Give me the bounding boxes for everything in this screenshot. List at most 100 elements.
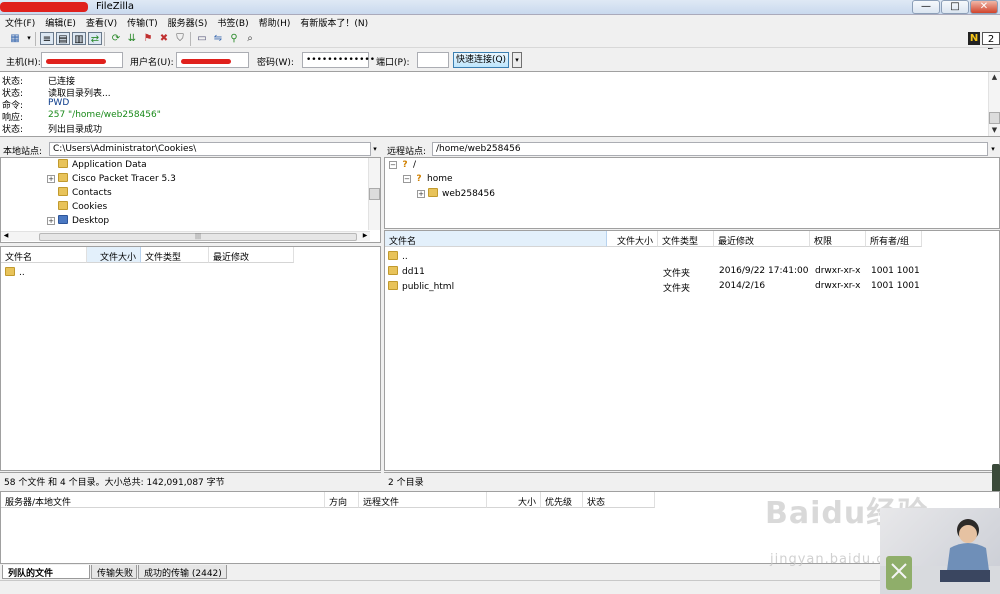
table-row[interactable]: dd11 文件夹 2016/9/22 17:41:00 drwxr-xr-x 1… — [385, 264, 999, 279]
scroll-thumb[interactable] — [369, 188, 380, 200]
col-remote-file[interactable]: 远程文件 — [359, 492, 487, 508]
quickconnect-history-dropdown[interactable]: ▾ — [512, 52, 522, 68]
host-input[interactable] — [41, 52, 123, 68]
menu-edit[interactable]: 编辑(E) — [40, 15, 81, 29]
col-filetype[interactable]: 文件类型 — [141, 247, 209, 263]
expand-icon[interactable]: + — [47, 175, 55, 183]
local-tree-scrollbar[interactable] — [368, 158, 380, 230]
minimize-button[interactable]: — — [912, 0, 940, 14]
toggle-local-tree-icon[interactable]: ▤ — [56, 32, 70, 45]
col-filename[interactable]: 文件名 — [1, 247, 87, 263]
file-name: .. — [19, 268, 25, 278]
tab-failed-transfers[interactable]: 传输失败 — [91, 565, 137, 579]
tree-item-desktop[interactable]: + Desktop — [47, 215, 109, 228]
col-direction[interactable]: 方向 — [325, 492, 359, 508]
tree-item-cookies[interactable]: Cookies — [47, 201, 107, 214]
expand-icon[interactable]: + — [417, 190, 425, 198]
col-modified[interactable]: 最近修改 — [209, 247, 294, 263]
tree-item-web258456[interactable]: + web258456 — [417, 188, 495, 201]
log-scrollbar[interactable]: ▲ ▼ — [988, 72, 1000, 136]
reconnect-icon[interactable]: ⛉ — [173, 32, 187, 45]
collapse-icon[interactable]: − — [389, 161, 397, 169]
menu-bookmarks[interactable]: 书签(B) — [212, 15, 253, 29]
site-manager-icon[interactable]: ▦ — [8, 32, 22, 45]
user-label: 用户名(U): — [130, 58, 174, 68]
col-filesize[interactable]: 文件大小 — [87, 247, 141, 263]
scroll-right-icon[interactable]: ▶ — [360, 232, 370, 239]
process-queue-icon[interactable]: ⇊ — [125, 32, 139, 45]
col-permissions[interactable]: 权限 — [810, 231, 866, 247]
maximize-button[interactable]: □ — [941, 0, 969, 14]
queue-tabs: 列队的文件 传输失败 成功的传输 (2442) — [0, 565, 1000, 579]
site-manager-dropdown-icon[interactable]: ▾ — [22, 32, 36, 45]
col-owner[interactable]: 所有者/组 — [866, 231, 922, 247]
scroll-left-icon[interactable]: ◀ — [1, 232, 11, 239]
col-modified[interactable]: 最近修改 — [714, 231, 810, 247]
host-label: 主机(H): — [6, 58, 41, 68]
scroll-down-icon[interactable]: ▼ — [989, 125, 1000, 136]
title-bar: FileZilla — □ ✕ — [0, 0, 1000, 15]
file-owner: 1001 1001 — [871, 266, 920, 276]
local-path-dropdown-icon[interactable]: ▾ — [370, 143, 380, 155]
local-tree-hscrollbar[interactable]: ◀ ||| ▶ — [1, 231, 370, 241]
find-files-icon[interactable]: ⌕ — [243, 32, 257, 45]
refresh-icon[interactable]: ⟳ — [109, 32, 123, 45]
desktop-icon — [58, 215, 68, 224]
col-filesize[interactable]: 文件大小 — [607, 231, 658, 247]
col-server-local-file[interactable]: 服务器/本地文件 — [1, 492, 325, 508]
tree-item-home[interactable]: −? home — [403, 174, 453, 187]
password-input[interactable]: ••••••••••••• — [302, 52, 375, 68]
toggle-remote-tree-icon[interactable]: ▥ — [72, 32, 86, 45]
toolbar: ▦ ▾ ≡ ▤ ▥ ⇄ ⟳ ⇊ ⚑ ✖ ⛉ ▭ ⇋ ⚲ ⌕ N 2 D — [0, 30, 1000, 58]
close-button[interactable]: ✕ — [970, 0, 998, 14]
scroll-thumb[interactable]: ||| — [39, 233, 357, 241]
table-row[interactable]: .. — [385, 249, 999, 263]
remote-path-dropdown-icon[interactable]: ▾ — [988, 143, 998, 155]
menu-new-version[interactable]: 有新版本了！(N) — [295, 15, 373, 29]
tree-item-cisco[interactable]: + Cisco Packet Tracer 5.3 — [47, 173, 176, 186]
toggle-log-icon[interactable]: ≡ — [40, 32, 54, 45]
compare-directories-icon[interactable]: ⚲ — [227, 32, 241, 45]
toggle-queue-icon[interactable]: ⇄ — [88, 32, 102, 45]
menu-view[interactable]: 查看(V) — [81, 15, 122, 29]
local-path-input[interactable]: C:\Users\Administrator\Cookies\ — [49, 142, 371, 156]
person-illustration-icon — [880, 519, 1000, 594]
tree-item-contacts[interactable]: Contacts — [47, 187, 112, 200]
menu-server[interactable]: 服务器(S) — [163, 15, 213, 29]
message-log: 状态: 已连接 状态: 读取目录列表... 命令: PWD 响应: 257 "/home… — [0, 71, 1000, 137]
tree-item-application-data[interactable]: Application Data — [47, 159, 147, 172]
scroll-up-icon[interactable]: ▲ — [989, 72, 1000, 83]
col-status[interactable]: 状态 — [583, 492, 655, 508]
table-row[interactable]: public_html 文件夹 2014/2/16 drwxr-xr-x 100… — [385, 279, 999, 294]
remote-path-input[interactable]: /home/web258456 — [432, 142, 988, 156]
expand-icon[interactable]: + — [47, 217, 55, 225]
status-bar — [0, 580, 1000, 594]
col-priority[interactable]: 优先级 — [541, 492, 583, 508]
list-item[interactable]: .. — [1, 265, 380, 279]
disconnect-icon[interactable]: ✖ — [157, 32, 171, 45]
tab-queued-files[interactable]: 列队的文件 — [2, 565, 90, 579]
remote-file-list: 文件名 文件大小 文件类型 最近修改 权限 所有者/组 .. dd11 文件夹 … — [384, 230, 1000, 471]
toolbar-right-indicator: 2 D — [982, 32, 1000, 58]
quickconnect-bar: 主机(H): 用户名(U): 密码(W): ••••••••••••• 端口(P… — [0, 49, 1000, 71]
col-filetype[interactable]: 文件类型 — [658, 231, 714, 247]
username-input[interactable] — [176, 52, 249, 68]
col-size[interactable]: 大小 — [487, 492, 541, 508]
quickconnect-button[interactable]: 快速连接(Q) — [453, 52, 509, 68]
directory-listing-filter-icon[interactable]: ▭ — [195, 32, 209, 45]
scroll-thumb[interactable] — [989, 112, 1000, 124]
port-label: 端口(P): — [376, 58, 410, 68]
tree-item-root[interactable]: −? / — [389, 160, 416, 173]
menu-help[interactable]: 帮助(H) — [254, 15, 296, 29]
menu-bar: 文件(F) 编辑(E) 查看(V) 传输(T) 服务器(S) 书签(B) 帮助(H) 有新版本… — [0, 15, 1000, 30]
col-filename[interactable]: 文件名 — [385, 231, 607, 247]
remote-directory-tree: −? / −? home + web258456 — [384, 157, 1000, 229]
tab-successful-transfers[interactable]: 成功的传输 (2442) — [138, 565, 227, 579]
file-modified: 2014/2/16 — [719, 281, 766, 291]
menu-file[interactable]: 文件(F) — [0, 15, 40, 29]
collapse-icon[interactable]: − — [403, 175, 411, 183]
port-input[interactable] — [417, 52, 449, 68]
menu-transfer[interactable]: 传输(T) — [122, 15, 163, 29]
cancel-icon[interactable]: ⚑ — [141, 32, 155, 45]
synchronized-browsing-icon[interactable]: ⇋ — [211, 32, 225, 45]
